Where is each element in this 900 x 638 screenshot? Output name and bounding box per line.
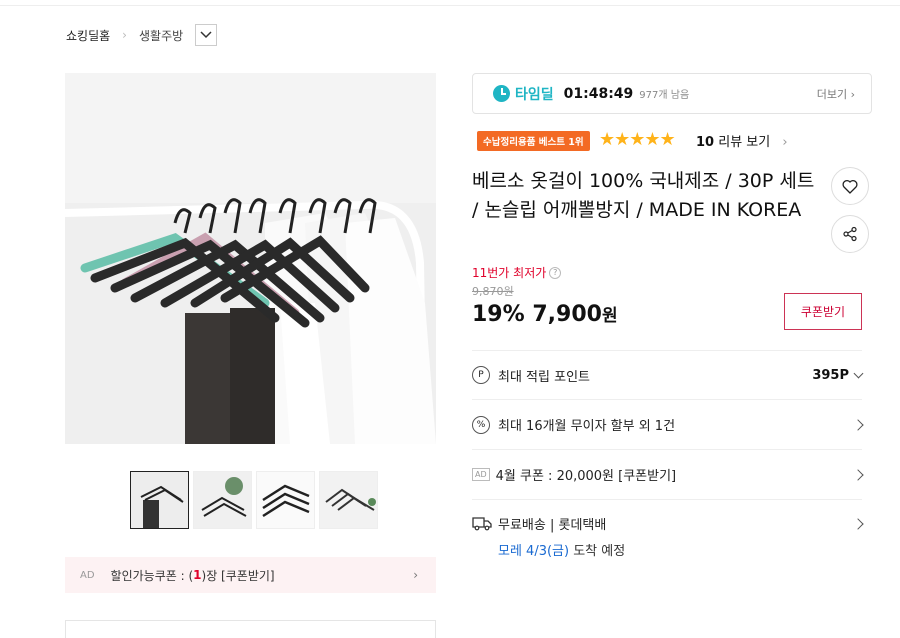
original-price: 9,870원: [472, 285, 514, 298]
thumbnail-4[interactable]: [319, 471, 378, 529]
top-divider: [0, 0, 900, 6]
sale-price: 19% 7,900원: [472, 301, 618, 327]
truck-icon: [472, 517, 492, 531]
shipping-text: 무료배송 | 롯데택배: [498, 518, 607, 533]
chevron-down-icon: [853, 368, 864, 378]
percent-icon: %: [472, 415, 490, 434]
coupon-bar-prefix: 할인가능쿠폰 : (: [110, 568, 194, 583]
timedeal-more-label: 더보기: [816, 87, 848, 101]
breadcrumb: 쇼킹딜홈 › 생활주방: [66, 24, 218, 46]
timedeal-banner: 타임딜 01:48:49 977개 남음 더보기 ›: [472, 73, 872, 114]
review-label: 리뷰 보기: [718, 135, 771, 150]
review-count: 10: [696, 135, 715, 150]
points-row[interactable]: P 최대 적립 포인트 395P: [472, 350, 864, 399]
chevron-right-icon: [852, 418, 864, 431]
price-value: 7,900: [532, 302, 602, 327]
info-rows: P 최대 적립 포인트 395P % 최대 16개월 무이자 할부 외 1건 A…: [472, 350, 864, 563]
installment-text: 최대 16개월 무이자 할부 외 1건: [498, 419, 676, 434]
point-icon: P: [472, 366, 490, 384]
breadcrumb-separator-icon: ›: [122, 28, 127, 42]
delivery-eta-suffix: 도착 예정: [569, 544, 626, 559]
chevron-down-icon: [200, 31, 212, 39]
rating-stars: ★★★★★: [599, 129, 676, 150]
product-title: 베르소 옷걸이 100% 국내제조 / 30P 세트 / 논슬립 어깨뽈방지 /…: [472, 170, 815, 221]
timedeal-remaining: 977개 남음: [639, 90, 690, 101]
ad-label: AD: [80, 569, 95, 581]
chevron-right-icon: [852, 468, 864, 481]
coupon-count: 1: [193, 568, 202, 582]
review-link[interactable]: 10 리뷰 보기 ›: [696, 131, 788, 150]
clock-icon: [493, 85, 510, 102]
timedeal-countdown: 01:48:49: [563, 85, 634, 102]
category-dropdown-button[interactable]: [195, 24, 218, 46]
chevron-right-icon: [852, 518, 864, 530]
ad-tag: AD: [472, 468, 490, 481]
thumbnail-3[interactable]: [256, 471, 315, 529]
discount-coupon-bar[interactable]: AD 할인가능쿠폰 : (1)장 [쿠폰받기] ›: [65, 557, 436, 593]
chevron-right-icon: ›: [413, 568, 418, 582]
breadcrumb-category[interactable]: 생활주방: [139, 27, 183, 44]
thumbnail-1[interactable]: [130, 471, 189, 529]
thumbnail-2[interactable]: [193, 471, 252, 529]
shipping-row[interactable]: 무료배송 | 롯데택배 모레 4/3(금) 도착 예정: [472, 499, 864, 563]
chevron-right-icon: ›: [782, 135, 788, 150]
share-button[interactable]: [831, 215, 869, 253]
points-value: 395P: [812, 367, 849, 383]
delivery-eta: 모레 4/3(금) 도착 예정: [498, 540, 625, 559]
help-icon[interactable]: ?: [549, 266, 562, 279]
delivery-date: 모레 4/3(금): [498, 544, 570, 559]
get-coupon-button[interactable]: 쿠폰받기: [784, 293, 862, 330]
breadcrumb-home[interactable]: 쇼킹딜홈: [66, 27, 110, 44]
price-unit: 원: [601, 306, 618, 326]
thumbnail-strip: [130, 471, 378, 529]
points-label: 최대 적립 포인트: [498, 369, 590, 385]
bestseller-badge: 수납정리용품 베스트 1위: [477, 131, 590, 151]
lower-section-box: [65, 620, 436, 638]
share-icon: [843, 226, 857, 242]
installment-row[interactable]: % 최대 16개월 무이자 할부 외 1건: [472, 399, 864, 449]
timedeal-more-link[interactable]: 더보기 ›: [817, 86, 855, 102]
wishlist-button[interactable]: [831, 167, 869, 205]
lowest-price-label: 11번가 최저가 ?: [472, 264, 562, 281]
discount-rate: 19%: [472, 302, 525, 327]
timedeal-label: 타임딜: [515, 86, 554, 103]
heart-icon: [842, 179, 858, 194]
monthly-coupon-text: 4월 쿠폰 : 20,000원 [쿠폰받기]: [495, 469, 677, 484]
monthly-coupon-row[interactable]: AD 4월 쿠폰 : 20,000원 [쿠폰받기]: [472, 449, 864, 499]
lowest-price-text: 11번가 최저가: [472, 266, 547, 280]
product-main-image: [65, 73, 436, 444]
coupon-bar-suffix: )장 [쿠폰받기]: [201, 568, 275, 583]
